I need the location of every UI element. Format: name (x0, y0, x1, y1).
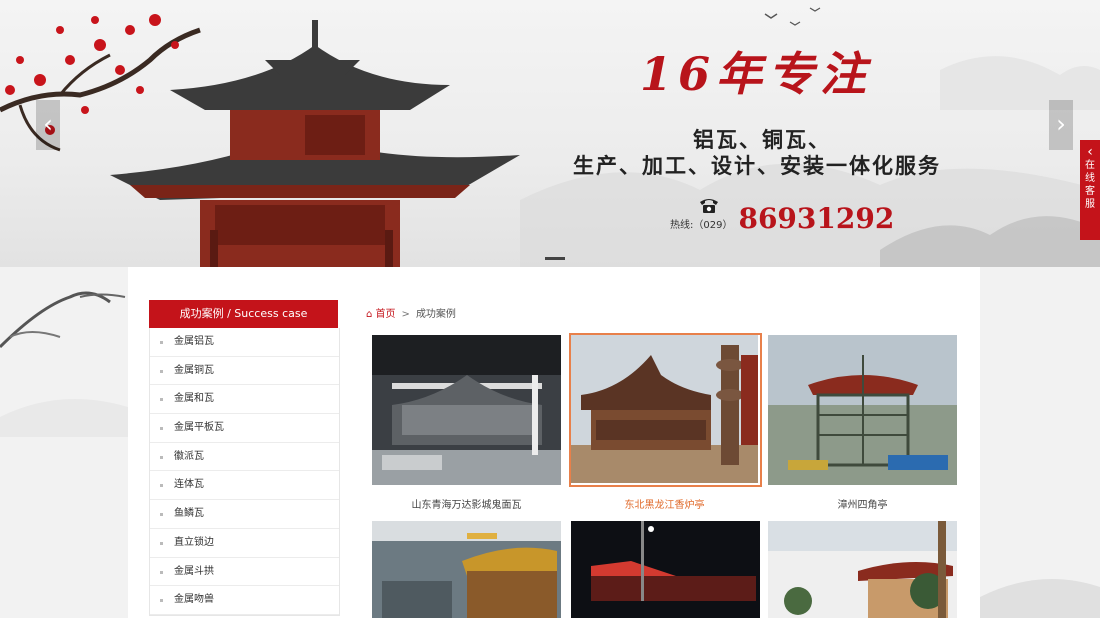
hero-banner: ‹ › 16年专注 铝瓦、铜瓦、 生产、加工、设计、安装一体化服务 热线:（02… (0, 0, 1100, 267)
online-service-tab[interactable]: ‹ 在线客服 (1080, 140, 1100, 240)
sidebar-item-bracket-set[interactable]: 金属斗拱 (150, 558, 339, 587)
sidebar-title: 成功案例 / Success case (149, 300, 338, 328)
sidebar-item-hui-style-tile[interactable]: 徽派瓦 (150, 443, 339, 472)
breadcrumb: ⌂ 首页 > 成功案例 (366, 305, 456, 320)
breadcrumb-current: 成功案例 (415, 309, 456, 320)
case-card[interactable] (571, 521, 760, 618)
hotline-number: 86931292 (738, 202, 895, 235)
case-caption[interactable]: 山东青海万达影城鬼面瓦 (372, 496, 561, 511)
home-icon: ⌂ (366, 309, 373, 320)
case-card[interactable] (372, 521, 561, 618)
case-caption[interactable]: 东北黑龙江香炉亭 (570, 496, 759, 511)
sidebar-category-list: 金属铝瓦 金属铜瓦 金属和瓦 金属平板瓦 徽派瓦 连体瓦 鱼鳞瓦 直立锁边 金属… (149, 328, 340, 616)
sidebar-item-japanese-tile[interactable]: 金属和瓦 (150, 385, 339, 415)
breadcrumb-separator: > (401, 309, 410, 320)
case-image (768, 521, 957, 618)
sidebar-item-standing-seam[interactable]: 直立锁边 (150, 529, 339, 558)
case-card[interactable] (569, 333, 762, 487)
banner-tagline-2: 生产、加工、设计、安装一体化服务 (573, 153, 941, 178)
case-image (768, 335, 957, 485)
sidebar-item-conjoined-tile[interactable]: 连体瓦 (150, 471, 339, 501)
case-caption[interactable]: 漳州四角亭 (768, 496, 957, 511)
hotline-label: 热线:（029） (670, 220, 733, 231)
breadcrumb-home-link[interactable]: 首页 (376, 309, 396, 320)
slide-indicator[interactable] (545, 257, 565, 260)
sidebar-item-roof-beast[interactable]: 金属吻兽 (150, 586, 339, 615)
sidebar-item-flat-tile[interactable]: 金属平板瓦 (150, 414, 339, 443)
sidebar-item-aluminum-tile[interactable]: 金属铝瓦 (150, 328, 339, 357)
chevron-left-icon: ‹ (43, 110, 53, 138)
hotline: 热线:（029） 86931292 (670, 202, 894, 235)
sidebar-item-copper-tile[interactable]: 金属铜瓦 (150, 357, 339, 386)
banner-prev-button[interactable]: ‹ (36, 100, 60, 150)
case-card[interactable] (372, 335, 561, 485)
banner-artwork (0, 7, 1100, 267)
case-image (372, 335, 561, 485)
ink-decoration-right (980, 579, 1100, 618)
chevron-left-icon: ‹ (1087, 144, 1093, 160)
banner-headline: 16年专注 (640, 47, 873, 101)
service-tab-label: 在线客服 (1085, 160, 1095, 210)
case-image (571, 521, 760, 618)
case-card[interactable] (768, 335, 957, 485)
chevron-right-icon: › (1056, 110, 1066, 138)
case-image (571, 335, 758, 483)
sidebar-item-fish-scale-tile[interactable]: 鱼鳞瓦 (150, 500, 339, 529)
banner-next-button[interactable]: › (1049, 100, 1073, 150)
ink-decoration-left (0, 291, 128, 437)
case-image (372, 521, 561, 618)
case-card[interactable] (768, 521, 957, 618)
